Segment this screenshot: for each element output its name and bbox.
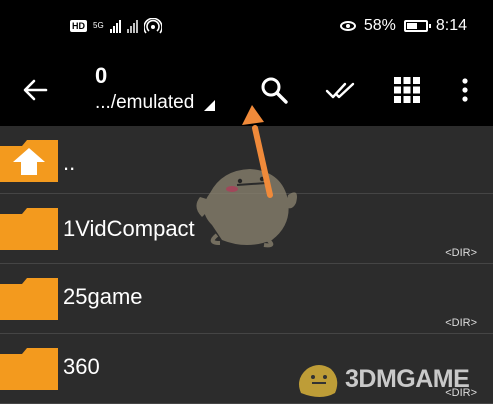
folder-name: 360 [63, 354, 100, 379]
arrow-left-icon [23, 79, 48, 101]
mascot-sticker [196, 169, 297, 248]
battery-icon [403, 20, 431, 32]
back-button[interactable] [20, 74, 52, 106]
signal-bars-2-icon [126, 19, 138, 33]
folder-name: 25game [63, 284, 143, 309]
status-left-icons: HD 5G [70, 18, 162, 34]
dir-tag: <DIR> [445, 317, 477, 329]
watermark-logo-icon [299, 365, 338, 397]
battery-percent: 58% [363, 17, 396, 34]
title-block[interactable]: 0 .../emulated [95, 62, 216, 116]
watermark: 3DMGAME [293, 353, 493, 403]
signal-bars-icon [109, 19, 121, 33]
search-button[interactable] [254, 70, 294, 110]
folder-name: 1VidCompact [63, 216, 195, 241]
path-dropdown[interactable]: .../emulated [95, 90, 216, 116]
double-check-icon [325, 82, 355, 99]
parent-dir-label: .. [63, 150, 76, 175]
status-right-icons: 58% 8:14 [339, 17, 467, 35]
folder-icon [0, 208, 58, 250]
folder-up-icon [0, 140, 58, 182]
current-path: .../emulated [95, 92, 195, 113]
watermark-text: 3DMGAME [345, 365, 470, 393]
status-bar: HD 5G 58% 8:14 [0, 0, 493, 56]
eye-comfort-icon [339, 21, 356, 31]
grid-view-icon [394, 77, 420, 103]
hotspot-icon [143, 18, 162, 34]
folder-icon [0, 278, 58, 320]
search-icon [261, 77, 288, 104]
more-vert-icon [462, 78, 468, 102]
select-all-button[interactable] [321, 70, 361, 110]
clock: 8:14 [435, 17, 467, 34]
view-mode-button[interactable] [387, 70, 427, 110]
hd-badge: HD [70, 20, 87, 32]
folder-icon [0, 348, 58, 390]
dir-tag: <DIR> [445, 247, 477, 259]
selected-count: 0 [95, 63, 108, 88]
more-options-button[interactable] [445, 70, 485, 110]
app-toolbar: 0 .../emulated [0, 56, 493, 126]
list-item[interactable]: 25game <DIR> [0, 264, 493, 334]
network-label: 5G [93, 21, 104, 30]
dropdown-triangle-icon [204, 99, 216, 111]
